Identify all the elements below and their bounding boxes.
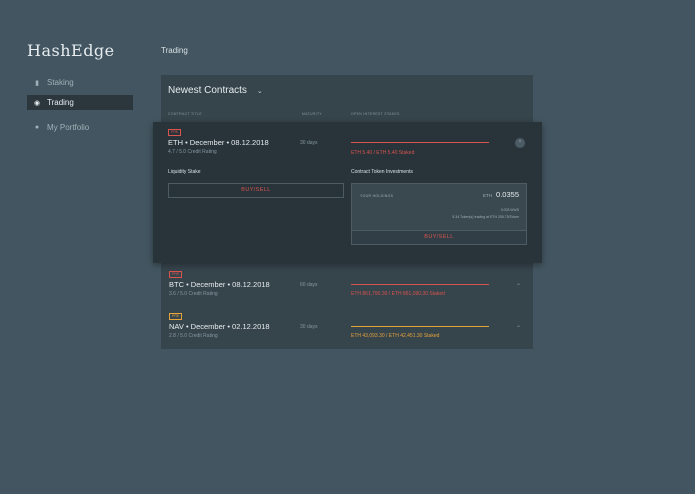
chevron-down-icon[interactable]: ⌄	[516, 280, 521, 287]
collapse-button[interactable]: ⌃	[515, 138, 525, 148]
document-icon: ▮	[35, 79, 39, 87]
stakes-text: ETH 861,790.30 / ETH 861,090.30 Staked	[351, 291, 445, 297]
sidebar-nav: ▮ Staking ◉ Trading ● My Portfolio	[27, 75, 133, 140]
column-header-title: CONTRACT TITLE	[168, 112, 203, 116]
maturity: 30 days	[300, 324, 318, 330]
column-header-stakes: OPEN INTEREST STAKES	[351, 112, 400, 116]
column-header-maturity: MATURITY	[302, 112, 323, 116]
table-row-nav[interactable]: PRE NAV • December • 02.12.2018 2.8 / 5.…	[161, 313, 533, 349]
globe-icon: ◉	[33, 99, 41, 107]
status-badge: PRE	[168, 129, 182, 136]
buy-sell-button[interactable]: BUY/SELL	[168, 183, 344, 198]
card-title: Newest Contracts	[168, 85, 247, 96]
credit-rating: 2.8 / 5.0 Credit Rating	[169, 333, 218, 339]
holdings-unit: ETH	[482, 193, 492, 198]
maturity: 60 days	[300, 282, 318, 288]
contract-token-label: Contract Token Investments	[351, 169, 413, 175]
expanded-contract-panel: PRE ETH • December • 08.12.2018 4.7 / 5.…	[153, 122, 542, 263]
credit-rating: 3.6 / 5.0 Credit Rating	[169, 291, 218, 297]
stakes-text: ETH 43,093.30 / ETH 42,451.30 Staked	[351, 333, 440, 339]
page-title: Trading	[161, 46, 188, 55]
chevron-down-icon[interactable]: ⌄	[516, 322, 521, 329]
credit-rating: 4.7 / 5.0 Credit Rating	[168, 149, 217, 155]
stake-progress-bar	[351, 142, 489, 144]
sidebar-item-label: My Portfolio	[47, 123, 90, 132]
holdings-value: ETH 0.0355	[483, 190, 519, 199]
maturity: 30 days	[300, 140, 318, 146]
holdings-tokens: 5.34 Token(s) trading at ETH 205.75/Toke…	[452, 215, 519, 219]
holdings-rate: 0.003 Wh/S	[500, 208, 519, 212]
stake-progress-bar	[351, 326, 489, 328]
app-logo: HashEdge	[27, 41, 115, 60]
stake-progress-bar	[351, 284, 489, 286]
sidebar-item-staking[interactable]: ▮ Staking	[27, 75, 133, 90]
liquidity-stake-label: Liquidity Stake	[168, 169, 201, 175]
status-badge: PRE	[169, 271, 183, 278]
user-icon: ●	[34, 124, 40, 131]
chevron-up-icon: ⌃	[517, 140, 523, 146]
stakes-text: ETH 5.40 / ETH 5.40 Staked	[351, 150, 415, 156]
holdings-panel: YOUR HOLDINGS ETH 0.0355 0.003 Wh/S 5.34…	[351, 183, 527, 245]
buy-sell-button[interactable]: BUY/SELL	[352, 230, 526, 244]
card-title-dropdown[interactable]: Newest Contracts ⌄	[168, 85, 263, 96]
holdings-label: YOUR HOLDINGS	[360, 194, 394, 198]
sidebar-item-my-portfolio[interactable]: ● My Portfolio	[27, 120, 133, 135]
table-row-btc[interactable]: PRE BTC • December • 08.12.2018 3.6 / 5.…	[161, 271, 533, 307]
contract-title: BTC • December • 08.12.2018	[169, 280, 270, 289]
sidebar-item-label: Trading	[47, 98, 74, 107]
contract-title: NAV • December • 02.12.2018	[169, 322, 270, 331]
holdings-amount: 0.0355	[496, 190, 519, 199]
contract-title: ETH • December • 08.12.2018	[168, 138, 269, 147]
sidebar-item-trading[interactable]: ◉ Trading	[27, 95, 133, 110]
sidebar-item-label: Staking	[47, 78, 74, 87]
status-badge: PRE	[169, 313, 183, 320]
chevron-down-icon: ⌄	[256, 87, 263, 95]
